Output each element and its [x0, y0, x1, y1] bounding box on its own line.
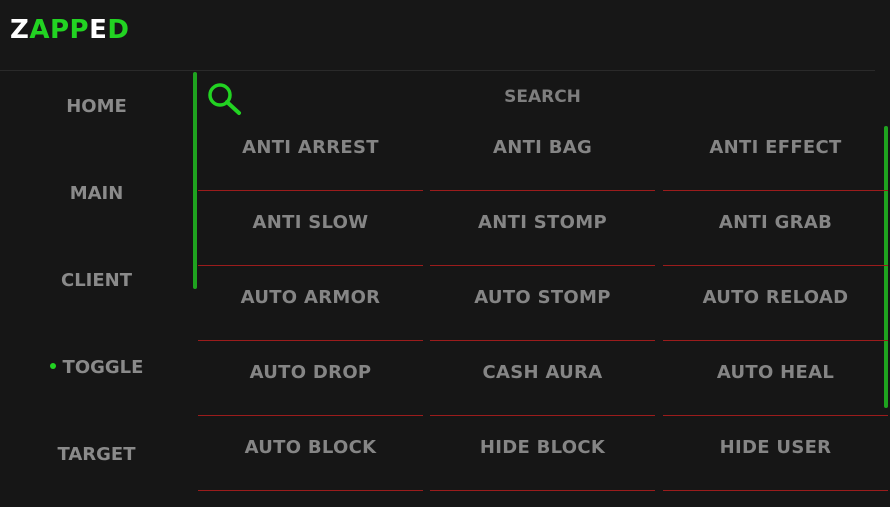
toggle-anti-stomp[interactable]: ANTI STOMP	[430, 191, 655, 266]
search-icon[interactable]	[204, 80, 244, 118]
sidebar-item-label: MAIN	[69, 183, 124, 204]
left-scrollbar[interactable]	[193, 72, 197, 289]
toggle-auto-heal[interactable]: AUTO HEAL	[663, 341, 888, 416]
toggle-label: AUTO BLOCK	[244, 437, 377, 458]
row-divider	[430, 490, 655, 491]
toggle-hide-block[interactable]: HIDE BLOCK	[430, 416, 655, 491]
toggle-label: AUTO STOMP	[474, 287, 611, 308]
logo-letter: P	[49, 15, 70, 45]
logo-letter: E	[89, 15, 108, 45]
toggle-anti-arrest[interactable]: ANTI ARREST	[198, 116, 423, 191]
toggle-cash-aura[interactable]: CASH AURA	[430, 341, 655, 416]
toggle-label: ANTI GRAB	[718, 212, 833, 233]
sidebar-item-client[interactable]: CLIENT	[0, 270, 193, 291]
app-logo: ZAPPED	[10, 15, 129, 45]
sidebar-item-label: HOME	[66, 96, 127, 117]
search-button[interactable]: SEARCH	[430, 87, 655, 107]
toggle-label: CASH AURA	[482, 362, 603, 383]
toggle-label: HIDE BLOCK	[479, 437, 606, 458]
active-indicator-dot	[49, 363, 56, 369]
toggle-label: AUTO DROP	[249, 362, 372, 383]
toggle-label: ANTI EFFECT	[709, 137, 842, 158]
logo-letter: Z	[10, 15, 30, 45]
toggle-hide-user[interactable]: HIDE USER	[663, 416, 888, 491]
sidebar-item-label: TARGET	[57, 444, 136, 465]
row-divider	[663, 490, 888, 491]
header-bar: ZAPPED	[0, 0, 890, 70]
toggle-anti-grab[interactable]: ANTI GRAB	[663, 191, 888, 266]
logo-letter: D	[107, 15, 130, 45]
logo-letter: P	[69, 15, 90, 45]
sidebar-item-label: CLIENT	[60, 270, 132, 291]
toggle-label: AUTO ARMOR	[240, 287, 381, 308]
toggle-anti-effect[interactable]: ANTI EFFECT	[663, 116, 888, 191]
toggle-auto-stomp[interactable]: AUTO STOMP	[430, 266, 655, 341]
toggle-label: ANTI STOMP	[478, 212, 607, 233]
toggle-label: ANTI ARREST	[242, 137, 379, 158]
toggle-label: ANTI SLOW	[252, 212, 369, 233]
sidebar-item-home[interactable]: HOME	[0, 96, 193, 117]
sidebar-item-label: TOGGLE	[62, 357, 144, 378]
toggle-label: AUTO RELOAD	[702, 287, 849, 308]
sidebar-item-toggle[interactable]: TOGGLE	[0, 357, 193, 378]
toggle-label: AUTO HEAL	[716, 362, 835, 383]
sidebar-item-target[interactable]: TARGET	[0, 444, 193, 465]
sidebar: HOME MAIN CLIENT TOGGLE TARGET	[0, 71, 193, 507]
logo-letter: A	[29, 15, 50, 45]
toggle-anti-slow[interactable]: ANTI SLOW	[198, 191, 423, 266]
toggle-anti-bag[interactable]: ANTI BAG	[430, 116, 655, 191]
toggle-label: HIDE USER	[719, 437, 832, 458]
toggle-auto-reload[interactable]: AUTO RELOAD	[663, 266, 888, 341]
toggle-auto-block[interactable]: AUTO BLOCK	[198, 416, 423, 491]
toggle-label: ANTI BAG	[492, 137, 593, 158]
toggle-auto-drop[interactable]: AUTO DROP	[198, 341, 423, 416]
row-divider	[198, 490, 423, 491]
sidebar-item-main[interactable]: MAIN	[0, 183, 193, 204]
toggle-auto-armor[interactable]: AUTO ARMOR	[198, 266, 423, 341]
